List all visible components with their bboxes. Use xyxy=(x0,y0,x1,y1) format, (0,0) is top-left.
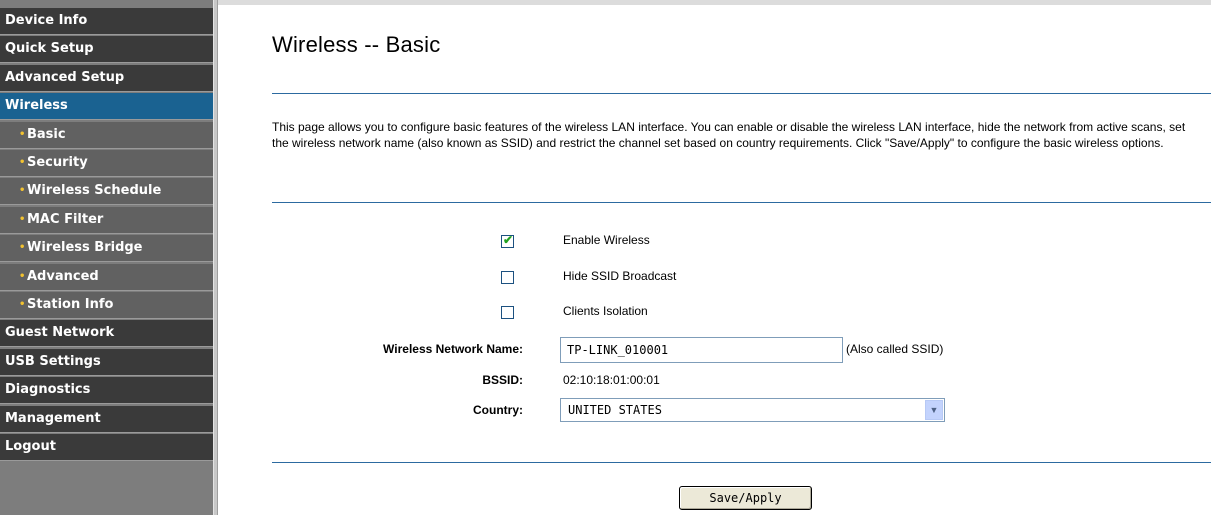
ssid-input[interactable] xyxy=(560,337,843,363)
clients-isolation-label: Clients Isolation xyxy=(563,304,648,318)
sidebar-item-label: Quick Setup xyxy=(5,41,94,57)
sidebar-item-security[interactable]: • Security xyxy=(0,150,213,177)
sidebar-item-wireless[interactable]: Wireless xyxy=(0,93,213,121)
bullet-icon: • xyxy=(19,242,26,254)
sidebar-item-label: MAC Filter xyxy=(27,211,104,227)
sidebar-item-wireless-schedule[interactable]: • Wireless Schedule xyxy=(0,178,213,206)
sidebar-item-guest-network[interactable]: Guest Network xyxy=(0,320,213,348)
sidebar-item-label: Security xyxy=(27,155,88,170)
country-select[interactable]: UNITED STATES ▼ xyxy=(560,398,945,422)
sidebar-item-label: USB Settings xyxy=(5,353,101,369)
bullet-icon: • xyxy=(19,128,26,140)
save-apply-button[interactable]: Save/Apply xyxy=(679,486,812,510)
sidebar-item-quick-setup[interactable]: Quick Setup xyxy=(0,36,213,64)
country-label: Country: xyxy=(473,403,523,417)
sidebar-item-label: Wireless Bridge xyxy=(27,240,143,256)
frame-divider xyxy=(213,0,218,515)
sidebar-item-usb-settings[interactable]: USB Settings xyxy=(0,348,213,376)
sidebar-item-management[interactable]: Management xyxy=(0,405,213,433)
sidebar-item-label: Station Info xyxy=(27,297,114,312)
bullet-icon: • xyxy=(19,185,26,197)
hide-ssid-checkbox[interactable] xyxy=(501,271,514,284)
ssid-note: (Also called SSID) xyxy=(846,342,944,356)
sidebar-item-label: Basic xyxy=(27,126,66,142)
top-border xyxy=(218,0,1211,5)
divider-line xyxy=(272,93,1211,94)
divider-line xyxy=(272,202,1211,203)
page-title: Wireless -- Basic xyxy=(272,32,441,57)
ssid-label: Wireless Network Name: xyxy=(383,342,523,356)
page-description: This page allows you to configure basic … xyxy=(272,120,1186,150)
bssid-value: 02:10:18:01:00:01 xyxy=(563,373,660,387)
sidebar-item-advanced-setup[interactable]: Advanced Setup xyxy=(0,64,213,92)
sidebar-item-wireless-bridge[interactable]: • Wireless Bridge xyxy=(0,235,213,263)
sidebar-item-label: Diagnostics xyxy=(5,382,91,398)
sidebar-item-basic[interactable]: • Basic xyxy=(0,121,213,149)
sidebar-item-diagnostics[interactable]: Diagnostics xyxy=(0,377,213,405)
enable-wireless-checkbox[interactable]: ✔ xyxy=(501,233,514,248)
bullet-icon: • xyxy=(19,270,26,282)
sidebar-item-mac-filter[interactable]: • MAC Filter xyxy=(0,206,213,234)
sidebar-item-station-info[interactable]: • Station Info xyxy=(0,292,213,319)
clients-isolation-checkbox[interactable] xyxy=(501,306,514,319)
country-selected-value: UNITED STATES xyxy=(568,403,662,417)
sidebar-item-label: Guest Network xyxy=(5,325,115,341)
bullet-icon: • xyxy=(19,213,26,225)
enable-wireless-label: Enable Wireless xyxy=(563,233,650,247)
sidebar-item-advanced[interactable]: • Advanced xyxy=(0,263,213,291)
chevron-down-icon[interactable]: ▼ xyxy=(925,400,943,420)
sidebar-item-label: Management xyxy=(5,410,101,426)
bullet-icon: • xyxy=(19,299,26,310)
bullet-icon: • xyxy=(19,157,26,168)
sidebar-item-logout[interactable]: Logout xyxy=(0,434,213,461)
sidebar-item-label: Device Info xyxy=(5,13,88,28)
hide-ssid-label: Hide SSID Broadcast xyxy=(563,269,677,283)
bssid-label: BSSID: xyxy=(482,373,523,387)
sidebar-item-label: Wireless xyxy=(5,98,68,114)
sidebar-item-label: Advanced xyxy=(27,268,99,284)
sidebar-item-label: Logout xyxy=(5,439,56,454)
divider-line xyxy=(272,462,1211,463)
sidebar-item-device-info[interactable]: Device Info xyxy=(0,8,213,35)
sidebar-item-label: Wireless Schedule xyxy=(27,183,162,199)
checkmark-icon: ✔ xyxy=(503,233,514,247)
sidebar: Device Info Quick Setup Advanced Setup Wire… xyxy=(0,0,213,515)
sidebar-item-label: Advanced Setup xyxy=(5,69,125,85)
